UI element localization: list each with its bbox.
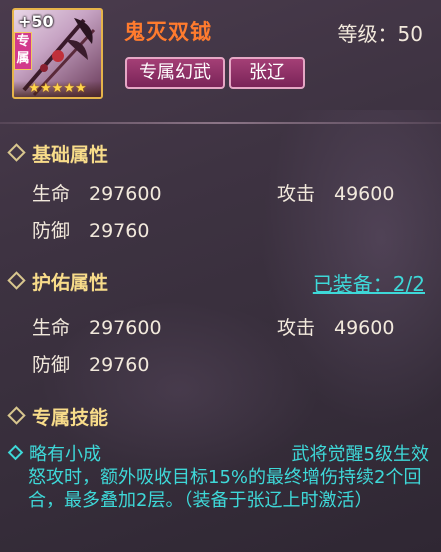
stat-value: 29760 [89,220,150,242]
diamond-icon [7,143,26,162]
stat-value: 297600 [89,317,162,339]
base-attrs-title: 基础属性 [7,140,109,167]
skill-title: 专属技能 [7,403,109,430]
skill-name-text: 略有小成 [29,444,101,465]
stat-label: 防御 [32,354,71,376]
diamond-icon [7,444,24,461]
level-label: 等级：50 [337,22,423,46]
base-hp: 生命 297600 [32,179,162,206]
skill-description: 怒攻时，额外吸收目标15%的最终增伤持续2个回合，最多叠加2层。（装备于张辽上时… [28,467,422,511]
stat-value: 29760 [89,354,150,376]
tag-hero-name[interactable]: 张辽 [229,57,305,89]
protect-attrs-title: 护佑属性 [7,268,109,295]
base-def: 防御 29760 [32,216,149,243]
base-atk: 攻击 49600 [277,179,394,206]
section-title-text: 基础属性 [32,144,109,166]
stat-label: 生命 [32,183,71,205]
skill-name: 略有小成 [7,440,101,466]
refine-level: +50 [18,12,54,31]
section-title-text: 专属技能 [32,407,109,429]
equipped-count-link[interactable]: 已装备：2/2 [313,268,425,297]
star-rating: ★★★★★ [14,81,101,97]
protect-atk: 攻击 49600 [277,313,394,340]
stat-label: 攻击 [277,183,316,205]
weapon-name: 鬼灭双钺 [124,20,212,44]
exclusive-badge: 专属 [14,32,32,70]
skill-condition: 武将觉醒5级生效 [291,444,429,465]
tag-exclusive-weapon[interactable]: 专属幻武 [125,57,225,89]
section-title-text: 护佑属性 [32,272,109,294]
diamond-icon [7,406,26,425]
weapon-card[interactable]: +50 专属 ★★★★★ [12,8,103,99]
stat-value: 297600 [89,183,162,205]
stat-label: 防御 [32,220,71,242]
stat-value: 49600 [334,183,395,205]
stat-value: 49600 [334,317,395,339]
diamond-icon [7,271,26,290]
protect-hp: 生命 297600 [32,313,162,340]
header-divider [0,122,441,124]
stat-label: 攻击 [277,317,316,339]
stat-label: 生命 [32,317,71,339]
protect-def: 防御 29760 [32,350,149,377]
